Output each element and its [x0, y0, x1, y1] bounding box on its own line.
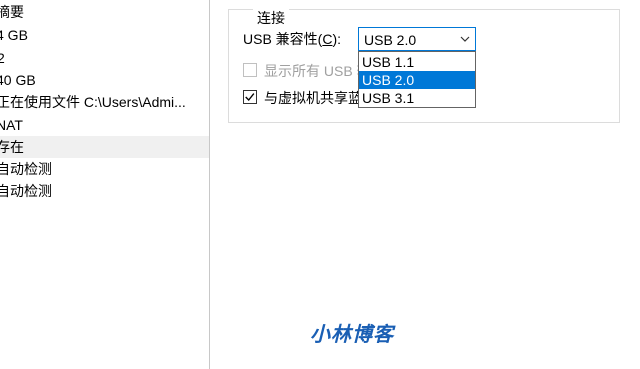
list-item-label: 自动检测: [0, 183, 52, 199]
list-item[interactable]: 自动检测: [0, 158, 210, 180]
list-item[interactable]: 摘要: [0, 1, 210, 23]
usb-compat-label-suffix: ):: [332, 31, 342, 47]
device-summary-list: 摘要 4 GB 2 40 GB 正在使用文件 C:\Users\Admi... …: [0, 0, 210, 369]
usb-compat-label-prefix: USB 兼容性(: [243, 31, 323, 47]
list-item-label: 摘要: [0, 4, 24, 20]
list-item[interactable]: NAT: [0, 114, 210, 136]
share-bluetooth-checkbox[interactable]: [243, 90, 257, 104]
list-item-label: 正在使用文件 C:\Users\Admi...: [0, 94, 186, 110]
list-item-label: 4 GB: [0, 27, 28, 43]
show-all-usb-checkbox[interactable]: [243, 63, 257, 77]
list-item-label: 存在: [0, 139, 24, 155]
usb-compat-dropdown-list: USB 1.1 USB 2.0 USB 3.1: [358, 51, 476, 108]
list-item-label: 2: [0, 50, 5, 66]
list-item[interactable]: 自动检测: [0, 180, 210, 202]
usb-option-3-1[interactable]: USB 3.1: [359, 89, 475, 107]
chevron-down-icon: [460, 36, 470, 42]
list-item[interactable]: 4 GB: [0, 24, 210, 46]
usb-settings-pane: 连接 USB 兼容性(C): USB 2.0 显示所有 USB 输入设备 与虚拟…: [210, 0, 640, 369]
list-item[interactable]: 正在使用文件 C:\Users\Admi...: [0, 91, 210, 113]
list-item-label: 自动检测: [0, 161, 52, 177]
usb-compat-label-accesskey: C: [322, 31, 333, 47]
usb-compat-label: USB 兼容性(C):: [243, 29, 341, 49]
list-item-label: 40 GB: [0, 72, 36, 88]
list-item[interactable]: 40 GB: [0, 69, 210, 91]
checkmark-icon: [245, 93, 255, 102]
watermark-logo: 小林博客: [310, 324, 394, 346]
usb-option-1-1[interactable]: USB 1.1: [359, 53, 475, 71]
option-label: USB 1.1: [362, 54, 415, 70]
list-item-selected[interactable]: 存在: [0, 136, 210, 158]
usb-compat-select-value: USB 2.0: [364, 32, 417, 48]
groupbox-title: 连接: [253, 9, 289, 27]
option-label: USB 3.1: [362, 90, 415, 106]
list-item-label: NAT: [0, 117, 23, 133]
usb-option-2-0[interactable]: USB 2.0: [359, 71, 475, 89]
option-label: USB 2.0: [362, 72, 415, 88]
list-item[interactable]: 2: [0, 47, 210, 69]
usb-compat-select[interactable]: USB 2.0: [358, 27, 476, 51]
